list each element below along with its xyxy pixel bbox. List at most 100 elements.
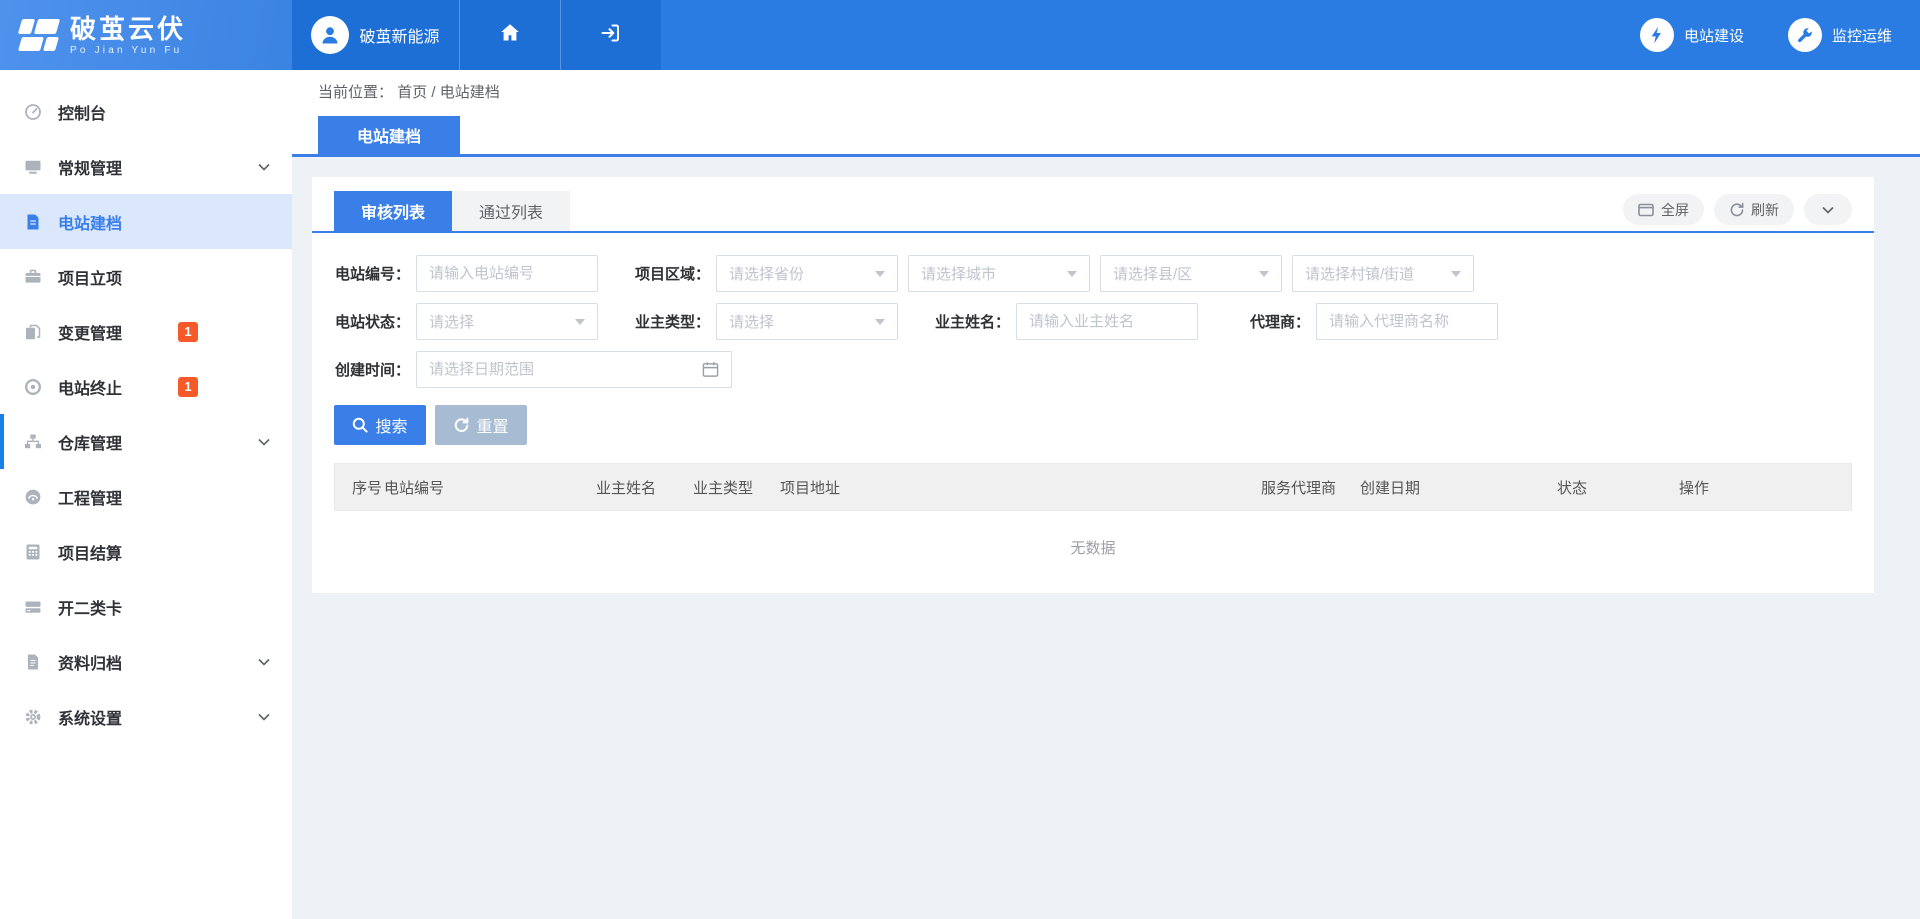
briefcase-icon (24, 268, 42, 286)
nav-monitoring-ops[interactable]: 监控运维 (1788, 18, 1892, 52)
user-menu[interactable]: 破茧新能源 (292, 0, 459, 70)
caret-down-icon (1451, 271, 1461, 277)
search-icon (352, 417, 368, 433)
card-toolbar: 全屏 刷新 (1623, 194, 1852, 225)
avatar (311, 16, 349, 54)
search-button[interactable]: 搜索 (334, 405, 426, 445)
table-header-row: 序号 电站编号 业主姓名 业主类型 项目地址 服务代理商 创建日期 状态 操作 (334, 463, 1852, 511)
caret-down-icon (1259, 271, 1269, 277)
date-range-picker[interactable] (416, 351, 732, 388)
sidebar-item-warehouse-management[interactable]: 仓库管理 (0, 414, 292, 469)
filter-row-1: 电站编号： 项目区域： 请选择省份 请选择城市 请选择县/区 请选择村镇/街道 (334, 255, 1852, 292)
tab-passed-list[interactable]: 通过列表 (452, 191, 570, 231)
results-table: 序号 电站编号 业主姓名 业主类型 项目地址 服务代理商 创建日期 状态 操作 … (334, 463, 1852, 583)
archive-icon (24, 653, 42, 671)
city-select[interactable]: 请选择城市 (908, 255, 1090, 292)
sidebar-item-project-initiation[interactable]: 项目立项 (0, 249, 292, 304)
nav-station-construction[interactable]: 电站建设 (1640, 18, 1744, 52)
app-title: 破茧云伏 (70, 15, 186, 43)
caret-down-icon (575, 319, 585, 325)
breadcrumb: 当前位置： 首页 / 电站建档 (318, 82, 1920, 104)
sidebar-item-project-settlement[interactable]: 项目结算 (0, 524, 292, 579)
agent-label: 代理商： (1234, 311, 1310, 332)
header-nav: 电站建设 监控运维 (1640, 0, 1920, 70)
calendar-icon (702, 361, 719, 378)
col-operations: 操作 (1679, 477, 1851, 498)
province-select[interactable]: 请选择省份 (716, 255, 898, 292)
home-button[interactable] (459, 0, 560, 70)
monitor-icon (24, 158, 42, 176)
copy-icon (24, 323, 42, 341)
user-name: 破茧新能源 (359, 23, 439, 47)
agent-input[interactable] (1329, 313, 1485, 330)
document-icon (24, 213, 42, 231)
breadcrumb-path: 首页 / 电站建档 (397, 84, 500, 101)
nav-label: 监控运维 (1832, 25, 1892, 46)
sidebar-item-system-settings[interactable]: 系统设置 (0, 689, 292, 744)
create-time-label: 创建时间： (334, 359, 410, 380)
app-subtitle: Po Jian Yun Fu (70, 45, 186, 56)
sidebar-item-dashboard[interactable]: 控制台 (0, 84, 292, 139)
target-icon (24, 378, 42, 396)
content-card: 审核列表 通过列表 全屏 刷新 (312, 177, 1874, 593)
chevron-down-icon (258, 438, 270, 446)
col-owner-name: 业主姓名 (596, 477, 693, 498)
sidebar-item-data-archive[interactable]: 资料归档 (0, 634, 292, 689)
card-tabs: 审核列表 通过列表 全屏 刷新 (312, 177, 1874, 233)
station-status-label: 电站状态： (334, 311, 410, 332)
owner-type-select[interactable]: 请选择 (716, 303, 898, 340)
filter-row-2: 电站状态： 请选择 业主类型： 请选择 业主姓名： 代理商： (334, 303, 1852, 340)
dashboard-icon (24, 103, 42, 121)
filter-actions: 搜索 重置 (334, 405, 1852, 445)
sidebar-item-station-archive[interactable]: 电站建档 (0, 194, 292, 249)
app-logo: 破茧云伏 Po Jian Yun Fu (0, 0, 292, 70)
col-service-agent: 服务代理商 (1261, 477, 1360, 498)
nav-label: 电站建设 (1684, 25, 1744, 46)
caret-down-icon (875, 271, 885, 277)
collapse-button[interactable] (1804, 194, 1852, 225)
sitemap-icon (24, 433, 42, 451)
user-icon (318, 23, 342, 47)
town-select[interactable]: 请选择村镇/街道 (1292, 255, 1474, 292)
sidebar-item-change-management[interactable]: 变更管理 1 (0, 304, 292, 359)
owner-type-label: 业主类型： (634, 311, 710, 332)
col-status: 状态 (1557, 477, 1679, 498)
date-range-input[interactable] (429, 361, 702, 378)
station-status-select[interactable]: 请选择 (416, 303, 598, 340)
fullscreen-button[interactable]: 全屏 (1623, 194, 1704, 225)
sidebar-item-station-termination[interactable]: 电站终止 1 (0, 359, 292, 414)
caret-down-icon (875, 319, 885, 325)
col-owner-type: 业主类型 (693, 477, 780, 498)
owner-name-input[interactable] (1029, 313, 1185, 330)
county-select[interactable]: 请选择县/区 (1100, 255, 1282, 292)
sidebar-item-engineering-management[interactable]: 工程管理 (0, 469, 292, 524)
logo-icon (20, 19, 58, 51)
app-header: 破茧云伏 Po Jian Yun Fu 破茧新能源 (0, 0, 1920, 70)
station-code-label: 电站编号： (334, 263, 410, 284)
reset-icon (453, 417, 469, 433)
refresh-button[interactable]: 刷新 (1714, 194, 1794, 225)
owner-name-label: 业主姓名： (934, 311, 1010, 332)
chevron-down-icon (258, 713, 270, 721)
station-code-input[interactable] (429, 265, 585, 282)
empty-state: 无数据 (334, 511, 1852, 583)
reset-button[interactable]: 重置 (435, 405, 527, 445)
chevron-down-icon (1822, 206, 1834, 214)
breadcrumb-label: 当前位置： (318, 84, 393, 101)
page-tab-station-archive[interactable]: 电站建档 (318, 116, 460, 154)
chevron-down-icon (258, 658, 270, 666)
lightning-icon (1640, 18, 1674, 52)
filter-row-3: 创建时间： (334, 351, 1852, 388)
card-icon (24, 598, 42, 616)
gear-icon (24, 708, 42, 726)
chevron-down-icon (258, 163, 270, 171)
sidebar-item-general-management[interactable]: 常规管理 (0, 139, 292, 194)
main-area: 当前位置： 首页 / 电站建档 电站建档 审核列表 通过列表 全屏 (292, 70, 1920, 919)
gauge-icon (24, 488, 42, 506)
sidebar-item-open-type2-card[interactable]: 开二类卡 (0, 579, 292, 634)
fullscreen-icon (1638, 203, 1654, 217)
tab-review-list[interactable]: 审核列表 (334, 191, 452, 231)
logout-button[interactable] (560, 0, 661, 70)
col-station-code: 电站编号 (384, 477, 596, 498)
col-project-address: 项目地址 (780, 477, 1261, 498)
